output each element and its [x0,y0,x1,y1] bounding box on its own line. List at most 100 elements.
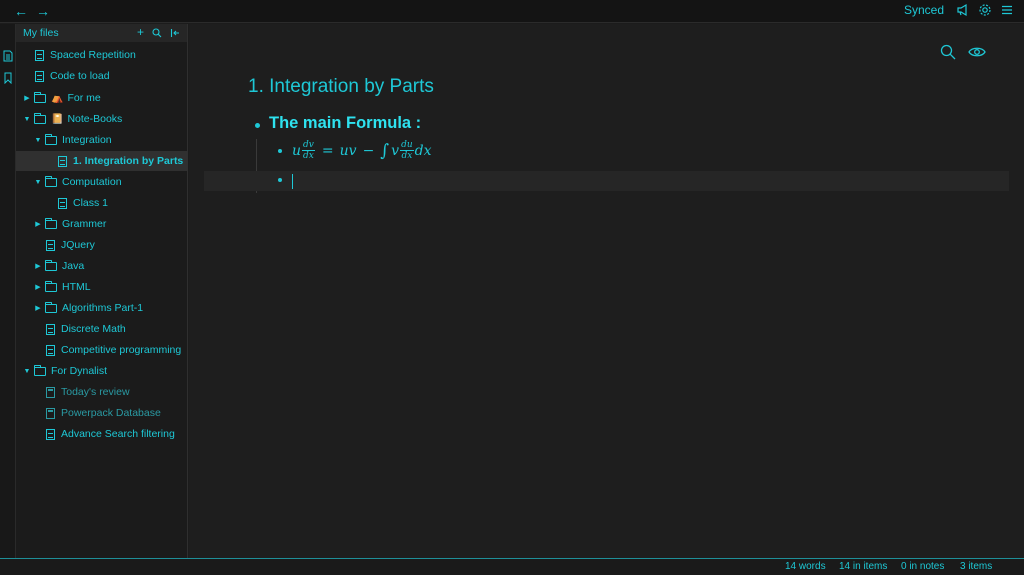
tree-item-spaced-repetition[interactable]: Spaced Repetition [16,45,188,65]
collapse-icon[interactable] [170,28,180,38]
tree-item-competitive-programming[interactable]: Competitive programming [16,340,188,360]
forward-arrow-icon[interactable]: → [36,3,50,19]
caret-down-icon[interactable]: ▼ [33,137,43,144]
back-arrow-icon[interactable]: ← [14,3,28,19]
tree-item-advance-search[interactable]: Advance Search filtering [16,424,188,444]
tree-item-code-to-load[interactable]: Code to load [16,66,188,86]
eye-icon[interactable] [968,44,986,60]
bullet-icon[interactable] [278,149,282,153]
caret-right-icon[interactable]: ▶ [33,283,43,291]
tree-item-jquery[interactable]: JQuery [16,235,188,255]
tree-item-class-1[interactable]: Class 1 [16,193,188,213]
folder-icon [45,175,57,187]
tree-item-todays-review[interactable]: Today's review [16,382,188,402]
tree-item-label: JQuery [61,239,95,251]
editor-pane: 1. Integration by Parts The main Formula… [189,24,1024,558]
sidebar-header: My files + [16,24,187,42]
document-icon [46,428,55,440]
gear-icon[interactable] [978,3,992,17]
formula-integral: ∫ [380,140,390,161]
tree-item-label: Note-Books [67,113,123,125]
tree-item-grammer[interactable]: ▶ Grammer [16,214,188,234]
document-icon [46,323,55,335]
fraction-du-dx: du dx [400,140,414,161]
megaphone-icon[interactable] [956,3,970,17]
document-icon [46,239,55,251]
bookmark-icon[interactable] [3,72,13,84]
tree-item-label: Spaced Repetition [50,49,136,61]
tree-item-label: Java [62,260,85,272]
bullet-icon[interactable] [255,123,260,128]
document-icon[interactable] [3,50,13,62]
tree-item-java[interactable]: ▶ Java [16,256,188,276]
tree-item-algorithms[interactable]: ▶ Algorithms Part-1 [16,298,188,318]
tree-item-powerpack-database[interactable]: Powerpack Database [16,403,188,423]
outline-item-heading[interactable]: The main Formula : [269,114,421,133]
sidebar-tools: + [137,26,180,39]
formula-uv: uv [339,142,357,159]
document-icon [58,197,67,209]
tree-item-discrete-math[interactable]: Discrete Math [16,319,188,339]
top-bar-actions: Synced [904,3,1014,17]
notebook-emoji: 📔 [51,113,64,125]
folder-icon [45,217,57,229]
tree-item-label: Integration [62,134,112,146]
tree-item-label: Grammer [62,218,107,230]
top-bar: ← → Synced [0,0,1024,23]
list-box-icon [46,386,55,398]
math-formula[interactable]: u dv dx = uv − ∫ v du dx dx [292,140,432,161]
tree-item-html[interactable]: ▶ HTML [16,277,188,297]
search-icon[interactable] [940,44,956,60]
document-icon [35,70,44,82]
word-count: 14 words [785,561,826,572]
document-icon [46,344,55,356]
document-icon [35,49,44,61]
page-title: 1. Integration by Parts [248,76,434,97]
caret-right-icon[interactable]: ▶ [33,220,43,228]
formula-minus: − [362,142,375,159]
formula-u: u [292,142,302,159]
tree-item-label: Computation [62,176,122,188]
formula-v: v [391,142,400,159]
file-sidebar: My files + Spaced Repetition Code to loa… [16,24,188,558]
add-icon[interactable]: + [137,26,144,39]
caret-right-icon[interactable]: ▶ [22,94,32,102]
tree-item-label: Algorithms Part-1 [62,302,144,314]
tree-item-label: HTML [62,281,91,293]
bullet-icon[interactable] [278,178,282,182]
fraction-denominator: dx [303,151,314,161]
item-count: 3 items [960,561,993,572]
caret-down-icon[interactable]: ▼ [22,368,32,375]
tree-item-note-books[interactable]: ▼ 📔 Note-Books [16,109,188,129]
editor-tools [940,44,986,60]
folder-icon [34,364,46,376]
folder-icon [34,91,46,103]
folder-icon [34,112,46,124]
tree-item-computation[interactable]: ▼ Computation [16,172,188,192]
tent-emoji: ⛺ [51,92,64,104]
tree-item-for-me[interactable]: ▶ ⛺ For me [16,88,188,108]
caret-right-icon[interactable]: ▶ [33,304,43,312]
items-word-count: 14 in items [839,561,888,572]
left-strip [0,24,16,558]
tree-item-label: 1. Integration by Parts [73,155,184,167]
tree-item-label: Discrete Math [61,323,126,335]
fraction-numerator: du [400,140,414,151]
tree-item-label: Code to load [50,70,110,82]
tree-item-integration-by-parts[interactable]: 1. Integration by Parts [16,151,188,171]
notes-word-count: 0 in notes [901,561,945,572]
tree-item-for-dynalist[interactable]: ▼ For Dynalist [16,361,188,381]
caret-right-icon[interactable]: ▶ [33,262,43,270]
search-icon[interactable] [152,27,162,38]
caret-down-icon[interactable]: ▼ [22,116,32,123]
folder-icon [45,280,57,292]
text-cursor[interactable] [292,174,293,189]
tree-item-label: Class 1 [73,197,109,209]
fraction-dv-dx: dv dx [302,140,315,161]
caret-down-icon[interactable]: ▼ [33,179,43,186]
formula-dx: dx [414,142,432,159]
tree-item-integration[interactable]: ▼ Integration [16,130,188,150]
menu-icon[interactable] [1000,3,1014,17]
document-icon [58,155,67,167]
sidebar-title: My files [23,27,59,39]
